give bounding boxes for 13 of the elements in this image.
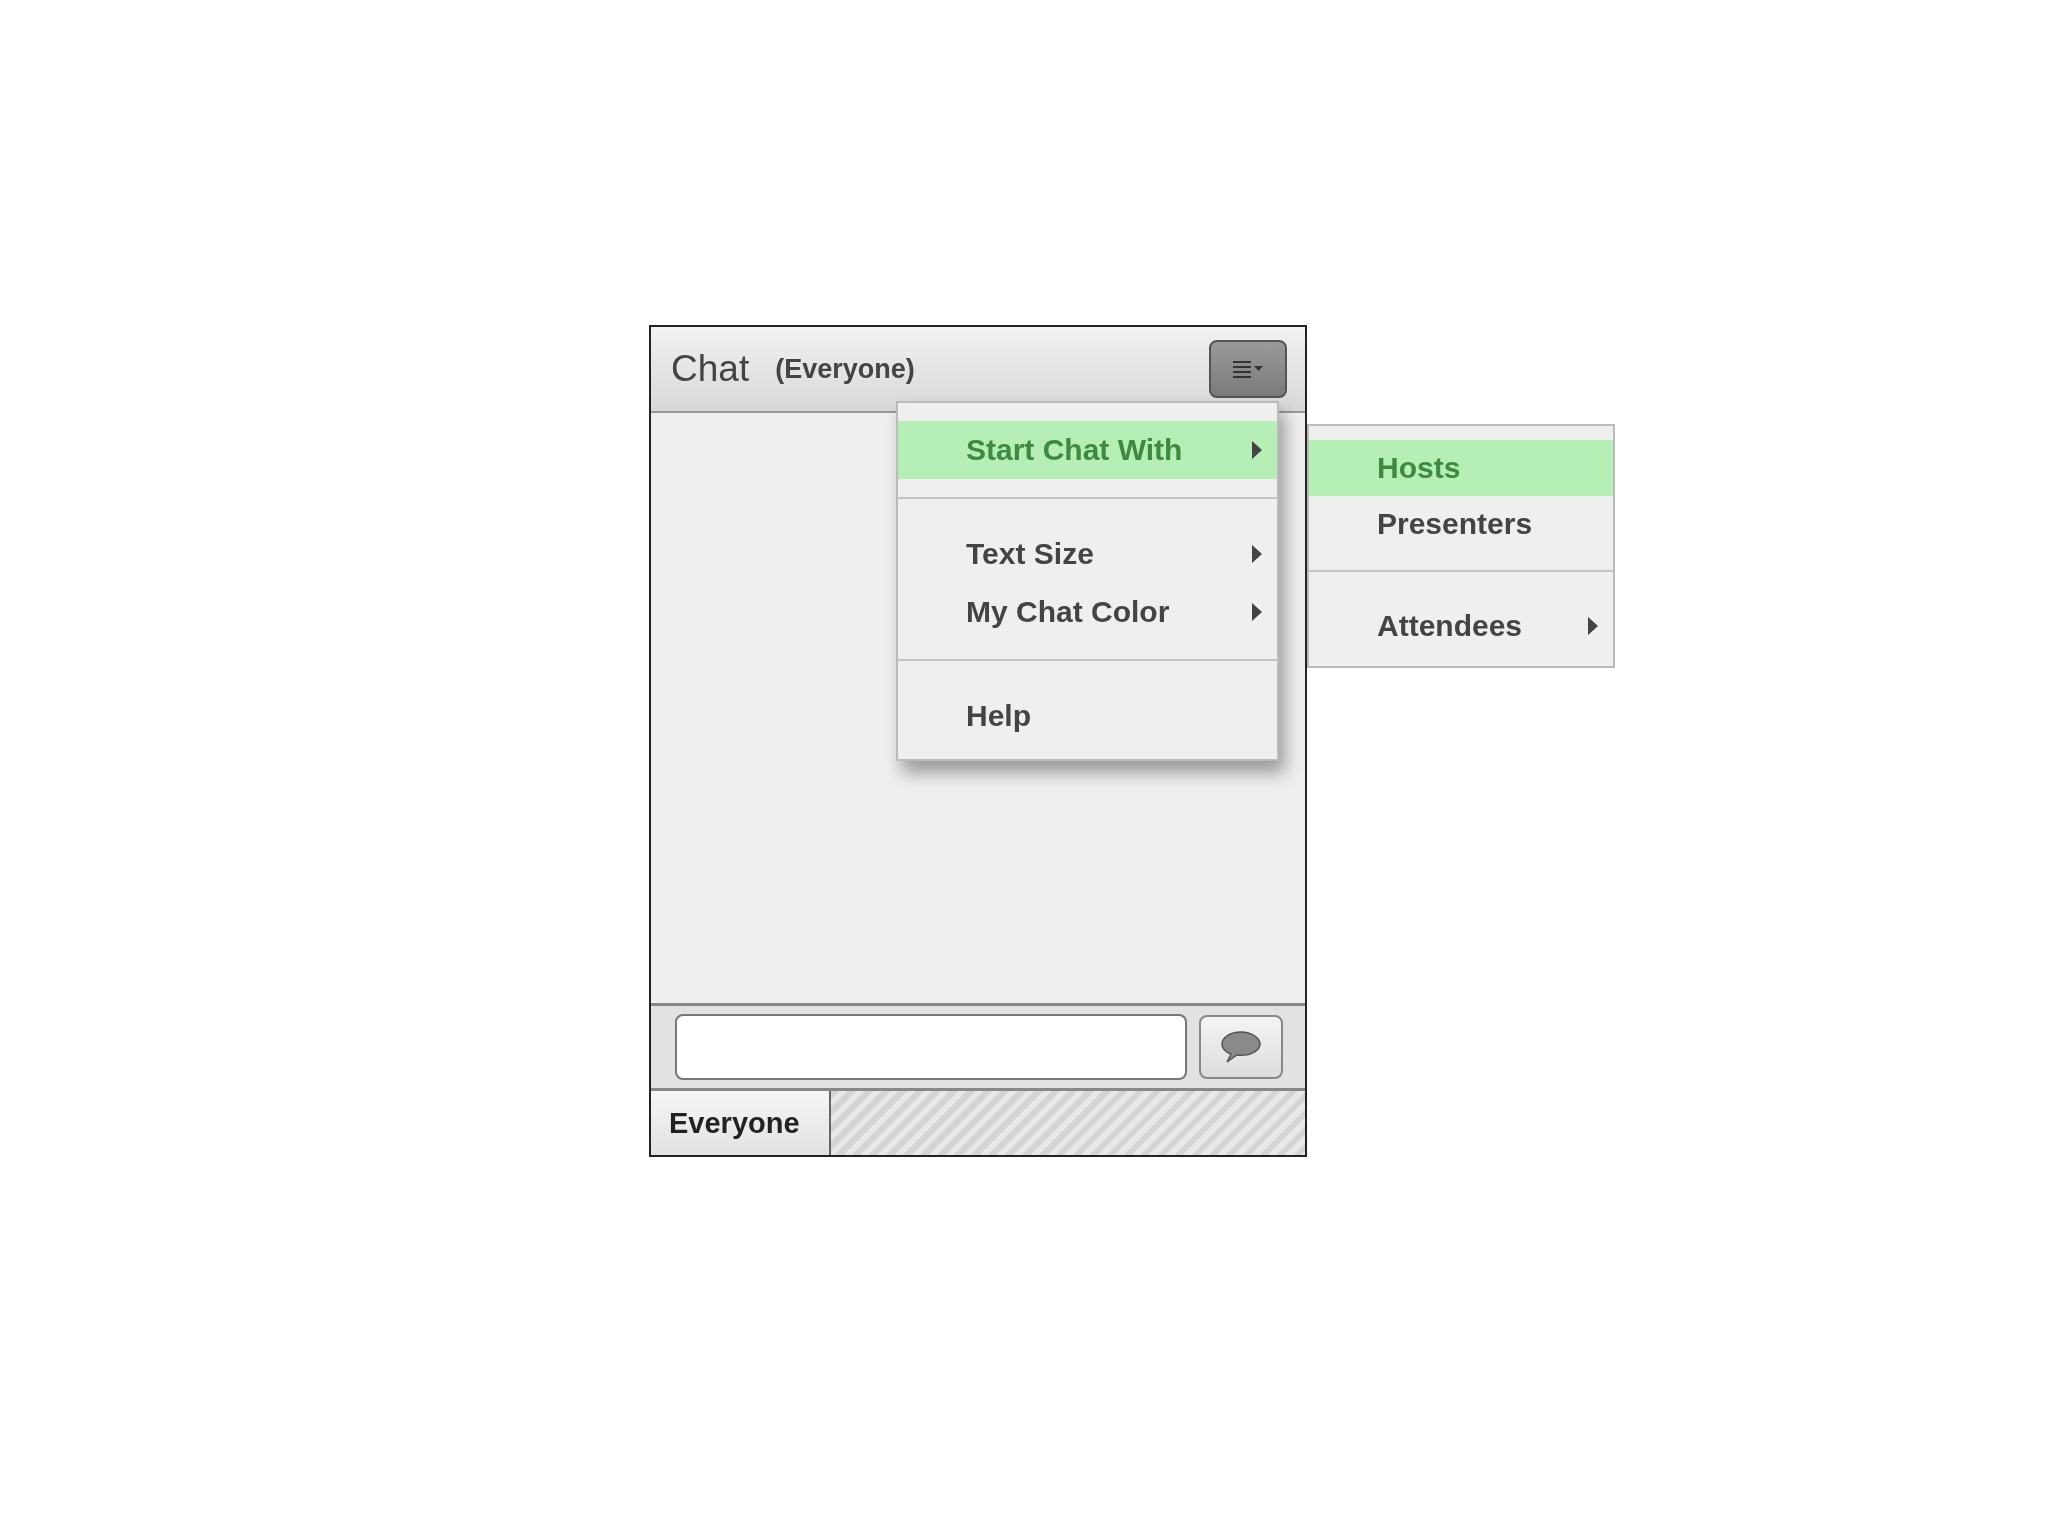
message-input-field[interactable] bbox=[675, 1014, 1187, 1080]
menu-item[interactable]: My Chat Color bbox=[898, 583, 1277, 641]
menu-button[interactable] bbox=[1209, 340, 1287, 398]
panel-subtitle: (Everyone) bbox=[775, 353, 915, 385]
menu-item[interactable]: Text Size bbox=[898, 525, 1277, 583]
chat-tab[interactable]: Everyone bbox=[651, 1091, 831, 1155]
menu-item[interactable]: Presenters bbox=[1309, 496, 1613, 552]
send-button[interactable] bbox=[1199, 1015, 1283, 1079]
speech-bubble-icon bbox=[1219, 1029, 1263, 1065]
menu-item[interactable]: Help bbox=[898, 687, 1277, 745]
panel-title: Chat bbox=[671, 348, 750, 390]
menu-item[interactable]: Attendees bbox=[1309, 598, 1613, 654]
menu-icon bbox=[1231, 358, 1265, 380]
